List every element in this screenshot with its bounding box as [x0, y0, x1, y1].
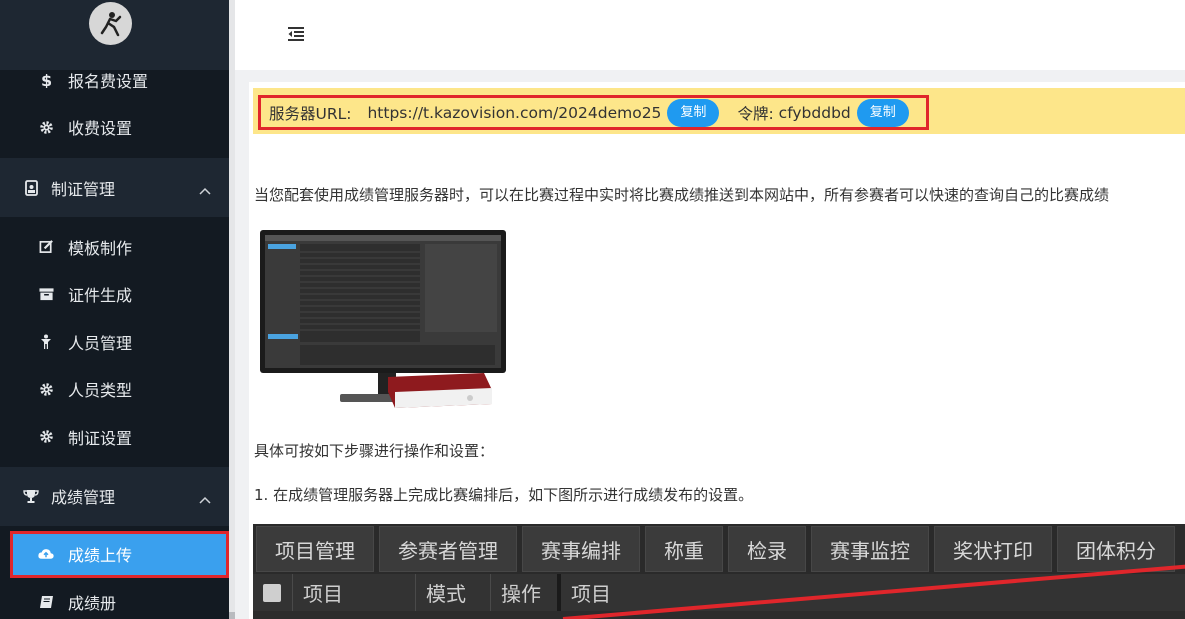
token-value: cfybddbd — [778, 103, 851, 122]
app-grid-checkbox — [263, 583, 281, 602]
sidebar-item-certificate-settings[interactable]: 制证设置 — [0, 413, 229, 461]
sidebar-brand — [0, 0, 229, 70]
main-content: 服务器URL: https://t.kazovision.com/2024dem… — [249, 82, 1185, 619]
sidebar-item-label: 人员类型 — [68, 381, 133, 401]
sidebar-group-certificate[interactable]: 制证管理 — [0, 158, 229, 217]
id-badge-icon — [22, 179, 40, 196]
app-grid-column: 项目 — [293, 574, 416, 611]
sidebar-item-label: 成绩上传 — [68, 546, 133, 566]
sidebar-item-personnel[interactable]: 人员管理 — [0, 318, 229, 366]
gear-icon — [38, 382, 54, 397]
sidebar-item-label: 收费设置 — [68, 119, 133, 139]
sidebar: $ 报名费设置 收费设置 制证管理 模板制作 证件生成 人员管理 人员类型 制证… — [0, 0, 229, 619]
chevron-up-icon — [199, 489, 211, 508]
athlete-logo-icon — [100, 11, 121, 36]
app-grid-column: 操作 — [491, 574, 561, 611]
sidebar-group-label: 制证管理 — [51, 179, 116, 199]
archive-icon — [38, 287, 54, 301]
annotation-arrow — [562, 564, 1185, 619]
server-monitor-image — [260, 230, 506, 408]
step-one-text: 1. 在成绩管理服务器上完成比赛编排后，如下图所示进行成绩发布的设置。 — [254, 486, 754, 504]
cloud-upload-icon — [38, 547, 54, 561]
menu-collapse-icon[interactable] — [287, 26, 305, 46]
app-tab: 参赛者管理 — [379, 526, 517, 572]
server-info-box: 服务器URL: https://t.kazovision.com/2024dem… — [258, 95, 929, 130]
sidebar-item-score-book[interactable]: 成绩册 — [0, 578, 229, 619]
dollar-icon: $ — [38, 72, 54, 88]
top-header — [235, 0, 1185, 70]
server-url-label: 服务器URL: — [269, 104, 352, 123]
sidebar-item-personnel-type[interactable]: 人员类型 — [0, 366, 229, 414]
app-grid-checkbox-cell — [253, 574, 293, 611]
copy-url-button[interactable]: 复制 — [667, 98, 720, 127]
sidebar-item-label: 成绩册 — [68, 593, 117, 613]
book-icon — [38, 595, 54, 609]
sidebar-group-scores[interactable]: 成绩管理 — [0, 466, 229, 526]
copy-token-button[interactable]: 复制 — [856, 98, 909, 127]
sidebar-item-certificate-generate[interactable]: 证件生成 — [0, 271, 229, 319]
server-info-alert: 服务器URL: https://t.kazovision.com/2024dem… — [253, 88, 1185, 134]
person-icon — [38, 334, 54, 350]
sidebar-group-label: 成绩管理 — [51, 488, 116, 507]
sidebar-item-label: 报名费设置 — [68, 71, 149, 91]
edit-icon — [38, 239, 54, 254]
sidebar-item-label: 证件生成 — [68, 286, 133, 306]
sidebar-item-label: 制证设置 — [68, 428, 133, 448]
sidebar-item-label: 人员管理 — [68, 333, 133, 353]
chevron-up-icon — [199, 180, 211, 199]
svg-text:$: $ — [41, 72, 52, 88]
server-url-value: https://t.kazovision.com/2024demo25 — [367, 103, 662, 122]
sidebar-item-score-upload[interactable]: 成绩上传 — [10, 530, 229, 578]
trophy-icon — [22, 489, 40, 504]
sidebar-scrollbar[interactable] — [229, 0, 235, 619]
sidebar-item-label: 模板制作 — [68, 238, 133, 258]
score-server-screenshot: 项目管理 参赛者管理 赛事编排 称重 检录 赛事监控 奖状打印 团体积分 项目 … — [253, 524, 1185, 619]
sidebar-item-fee-settings[interactable]: 收费设置 — [0, 104, 229, 152]
gear-icon — [38, 429, 54, 444]
sidebar-item-template[interactable]: 模板制作 — [0, 223, 229, 271]
logo[interactable] — [89, 2, 132, 45]
app-tab: 项目管理 — [256, 526, 374, 572]
scrollbar-thumb[interactable] — [229, 612, 235, 619]
app-grid-column: 模式 — [416, 574, 491, 611]
gear-icon — [38, 120, 54, 135]
intro-text: 当您配套使用成绩管理服务器时，可以在比赛过程中实时将比赛成绩推送到本网站中，所有… — [254, 186, 1110, 204]
steps-intro-text: 具体可按如下步骤进行操作和设置： — [254, 442, 495, 460]
token-label: 令牌: — [737, 104, 774, 123]
